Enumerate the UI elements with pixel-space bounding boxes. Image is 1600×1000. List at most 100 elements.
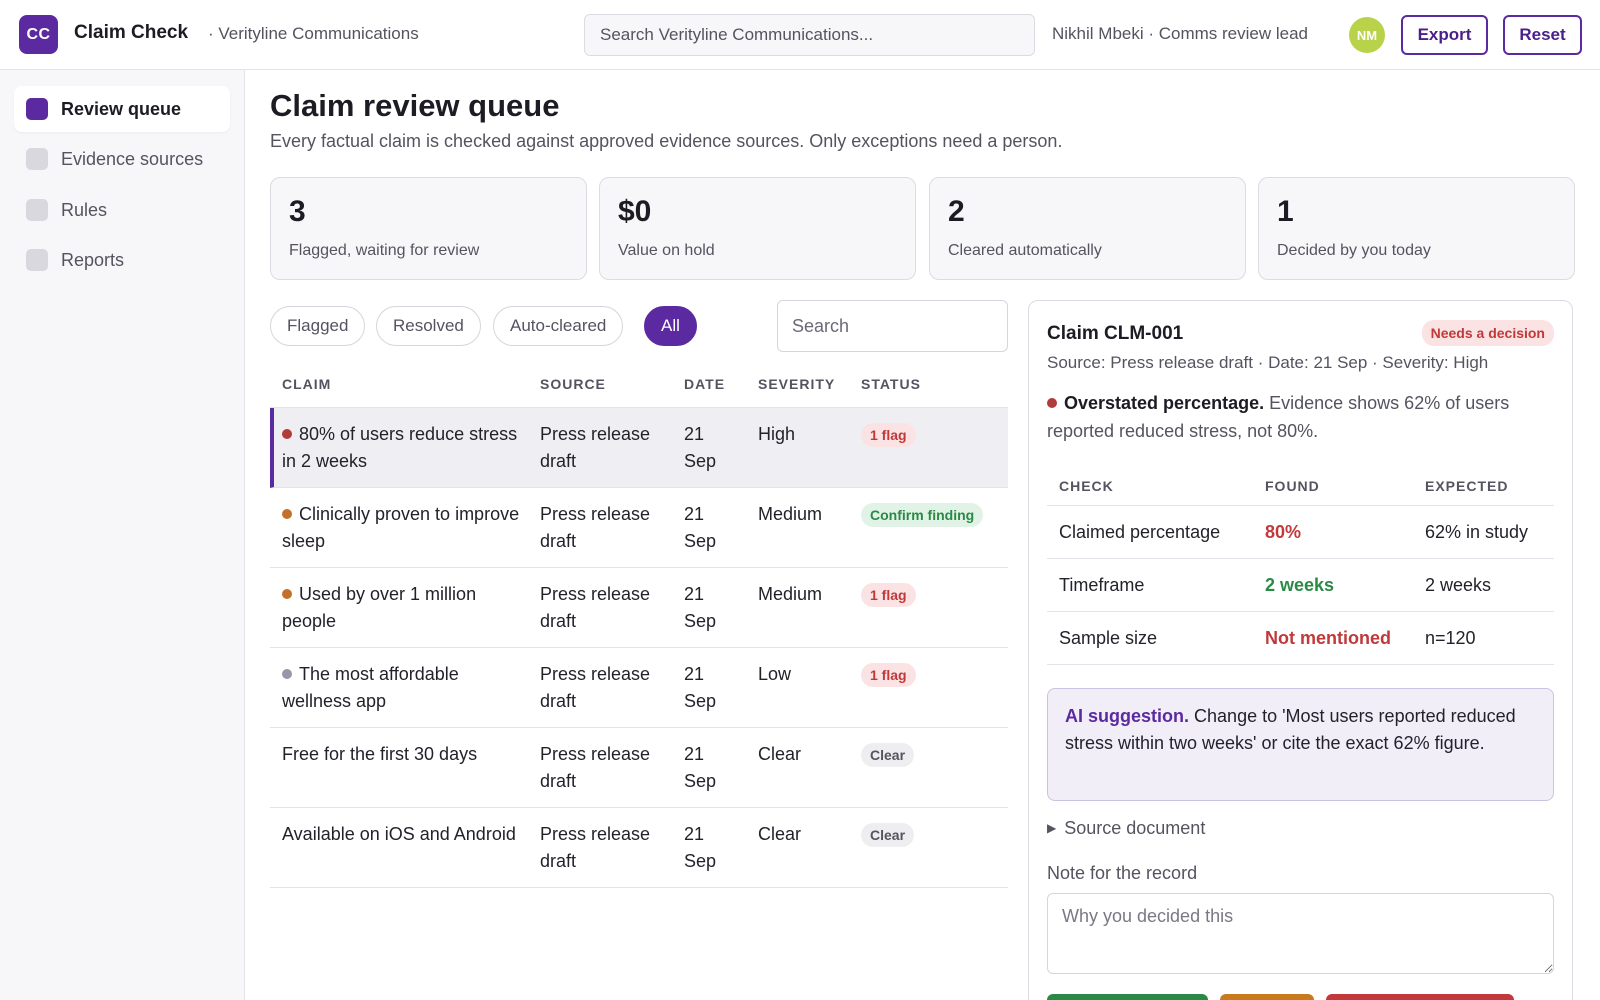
global-search-input[interactable] bbox=[584, 14, 1035, 56]
app-name: Claim Check bbox=[74, 22, 189, 43]
filter-auto-cleared[interactable]: Auto-cleared bbox=[493, 306, 624, 346]
check-row: Timeframe 2 weeks 2 weeks bbox=[1047, 559, 1554, 612]
date-cell: 21 Sep bbox=[684, 504, 717, 551]
column-header-source[interactable]: SOURCE bbox=[540, 376, 606, 392]
check-found: 2 weeks bbox=[1265, 575, 1335, 595]
stat-label: Cleared automatically bbox=[948, 242, 1102, 259]
severity-cell: Clear bbox=[758, 824, 802, 844]
severity-dot bbox=[282, 509, 292, 519]
sidebar-item-review-queue[interactable]: Review queue bbox=[14, 86, 230, 132]
disclosure-triangle-icon: ▶ bbox=[1047, 821, 1057, 835]
claim-text: Free for the first 30 days bbox=[282, 744, 478, 764]
check-found: 80% bbox=[1265, 522, 1302, 542]
table-row[interactable]: 80% of users reduce stress in 2 weeks Pr… bbox=[270, 408, 1008, 488]
severity-dot bbox=[282, 429, 292, 439]
page-subtitle: Every factual claim is checked against a… bbox=[270, 131, 1063, 151]
status-badge: Clear bbox=[861, 823, 915, 847]
stat-label: Decided by you today bbox=[1277, 242, 1431, 259]
severity-cell: Medium bbox=[758, 504, 823, 524]
status-badge: 1 flag bbox=[861, 423, 916, 447]
check-row: Sample size Not mentioned n=120 bbox=[1047, 612, 1554, 665]
sidebar-item-reports[interactable]: Reports bbox=[14, 237, 230, 283]
severity-cell: Clear bbox=[758, 744, 802, 764]
stat-card-flagged: 3 Flagged, waiting for review bbox=[270, 177, 587, 280]
note-textarea[interactable] bbox=[1047, 893, 1554, 974]
table-row[interactable]: Free for the first 30 days Press release… bbox=[270, 728, 1008, 808]
check-name: Claimed percentage bbox=[1059, 522, 1221, 542]
claim-text: The most affordable wellness app bbox=[282, 664, 459, 711]
table-row[interactable]: Available on iOS and Android Press relea… bbox=[270, 808, 1008, 888]
table-row[interactable]: Used by over 1 million people Press rele… bbox=[270, 568, 1008, 648]
source-document-toggle[interactable]: ▶ Source document bbox=[1047, 818, 1205, 839]
filter-flagged[interactable]: Flagged bbox=[270, 306, 366, 346]
column-header-severity[interactable]: SEVERITY bbox=[758, 376, 835, 392]
status-badge: 1 flag bbox=[861, 583, 916, 607]
stat-value: $0 bbox=[618, 195, 652, 228]
column-header-status[interactable]: STATUS bbox=[861, 376, 921, 392]
date-cell: 21 Sep bbox=[684, 744, 717, 791]
severity-cell: Medium bbox=[758, 584, 823, 604]
sidebar-item-label: Reports bbox=[61, 249, 125, 270]
check-found: Not mentioned bbox=[1265, 628, 1391, 648]
top-bar: CC Claim Check · Verityline Communicatio… bbox=[0, 0, 1600, 70]
column-header-date[interactable]: DATE bbox=[684, 376, 725, 392]
stat-value: 3 bbox=[289, 195, 306, 228]
column-header-check: CHECK bbox=[1059, 478, 1114, 494]
source-cell: Press release draft bbox=[540, 744, 651, 791]
sidebar-item-rules[interactable]: Rules bbox=[14, 187, 230, 233]
user-name: Nikhil Mbeki · Comms review lead bbox=[1052, 24, 1309, 43]
table-row[interactable]: The most affordable wellness app Press r… bbox=[270, 648, 1008, 728]
check-expected: 62% in study bbox=[1425, 522, 1529, 542]
ai-suggestion-title: AI suggestion. bbox=[1065, 706, 1190, 726]
filter-all[interactable]: All bbox=[644, 306, 697, 346]
source-cell: Press release draft bbox=[540, 424, 651, 471]
sidebar-item-label: Review queue bbox=[61, 98, 182, 119]
rules-icon bbox=[26, 199, 48, 221]
ai-suggestion-box: AI suggestion. Change to 'Most users rep… bbox=[1047, 688, 1554, 801]
stat-card-decided-today: 1 Decided by you today bbox=[1258, 177, 1575, 280]
table-header: CLAIM SOURCE DATE SEVERITY STATUS bbox=[270, 370, 1008, 408]
approve-action-button[interactable] bbox=[1047, 994, 1208, 1000]
table-row[interactable]: Clinically proven to improve sleep Press… bbox=[270, 488, 1008, 568]
severity-dot bbox=[282, 589, 292, 599]
sidebar-item-label: Rules bbox=[61, 199, 108, 220]
claim-text: Clinically proven to improve sleep bbox=[282, 504, 520, 551]
status-badge: Clear bbox=[861, 743, 915, 767]
source-cell: Press release draft bbox=[540, 664, 651, 711]
claim-detail-title: Claim CLM-001 bbox=[1047, 323, 1184, 344]
reports-icon bbox=[26, 249, 48, 271]
export-button[interactable]: Export bbox=[1401, 15, 1488, 55]
filter-resolved[interactable]: Resolved bbox=[376, 306, 481, 346]
stat-label: Value on hold bbox=[618, 242, 715, 259]
stat-label: Flagged, waiting for review bbox=[289, 242, 480, 259]
date-cell: 21 Sep bbox=[684, 824, 717, 871]
severity-dot bbox=[282, 669, 292, 679]
source-cell: Press release draft bbox=[540, 824, 651, 871]
check-expected: 2 weeks bbox=[1425, 575, 1492, 595]
date-cell: 21 Sep bbox=[684, 584, 717, 631]
stat-value: 2 bbox=[948, 195, 965, 228]
column-header-claim[interactable]: CLAIM bbox=[282, 376, 331, 392]
sidebar-item-evidence-sources[interactable]: Evidence sources bbox=[14, 136, 230, 182]
sidebar-item-label: Evidence sources bbox=[61, 148, 204, 169]
sidebar: Review queue Evidence sources Rules Repo… bbox=[0, 70, 245, 1000]
source-cell: Press release draft bbox=[540, 504, 651, 551]
stat-card-value-on-hold: $0 Value on hold bbox=[599, 177, 916, 280]
status-badge: Confirm finding bbox=[861, 503, 984, 527]
source-cell: Press release draft bbox=[540, 584, 651, 631]
reject-action-button[interactable] bbox=[1326, 994, 1514, 1000]
note-label: Note for the record bbox=[1047, 863, 1198, 883]
reset-button[interactable]: Reset bbox=[1503, 15, 1582, 55]
source-document-label: Source document bbox=[1064, 818, 1206, 838]
edit-action-button[interactable] bbox=[1220, 994, 1314, 1000]
date-cell: 21 Sep bbox=[684, 424, 717, 471]
avatar[interactable]: NM bbox=[1349, 17, 1385, 53]
table-search-input[interactable] bbox=[777, 300, 1008, 352]
check-name: Sample size bbox=[1059, 628, 1158, 648]
column-header-found: FOUND bbox=[1265, 478, 1320, 494]
severity-cell: Low bbox=[758, 664, 792, 684]
column-header-expected: EXPECTED bbox=[1425, 478, 1509, 494]
claim-text: 80% of users reduce stress in 2 weeks bbox=[282, 424, 518, 471]
evidence-sources-icon bbox=[26, 148, 48, 170]
finding-summary: Overstated percentage. Evidence shows 62… bbox=[1047, 389, 1557, 445]
